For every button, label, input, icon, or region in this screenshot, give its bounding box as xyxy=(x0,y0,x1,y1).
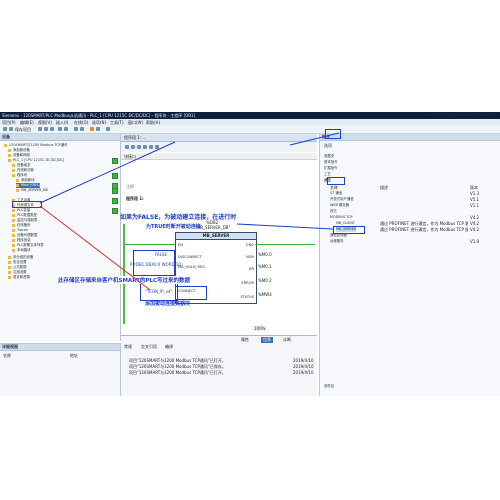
arrow-db-to-editor xyxy=(39,141,176,204)
arrow-mb-server-drag xyxy=(236,223,334,230)
arrow-db-to-connect xyxy=(39,205,151,291)
annotation-arrows xyxy=(39,132,340,291)
arrow-instructions xyxy=(289,132,340,146)
